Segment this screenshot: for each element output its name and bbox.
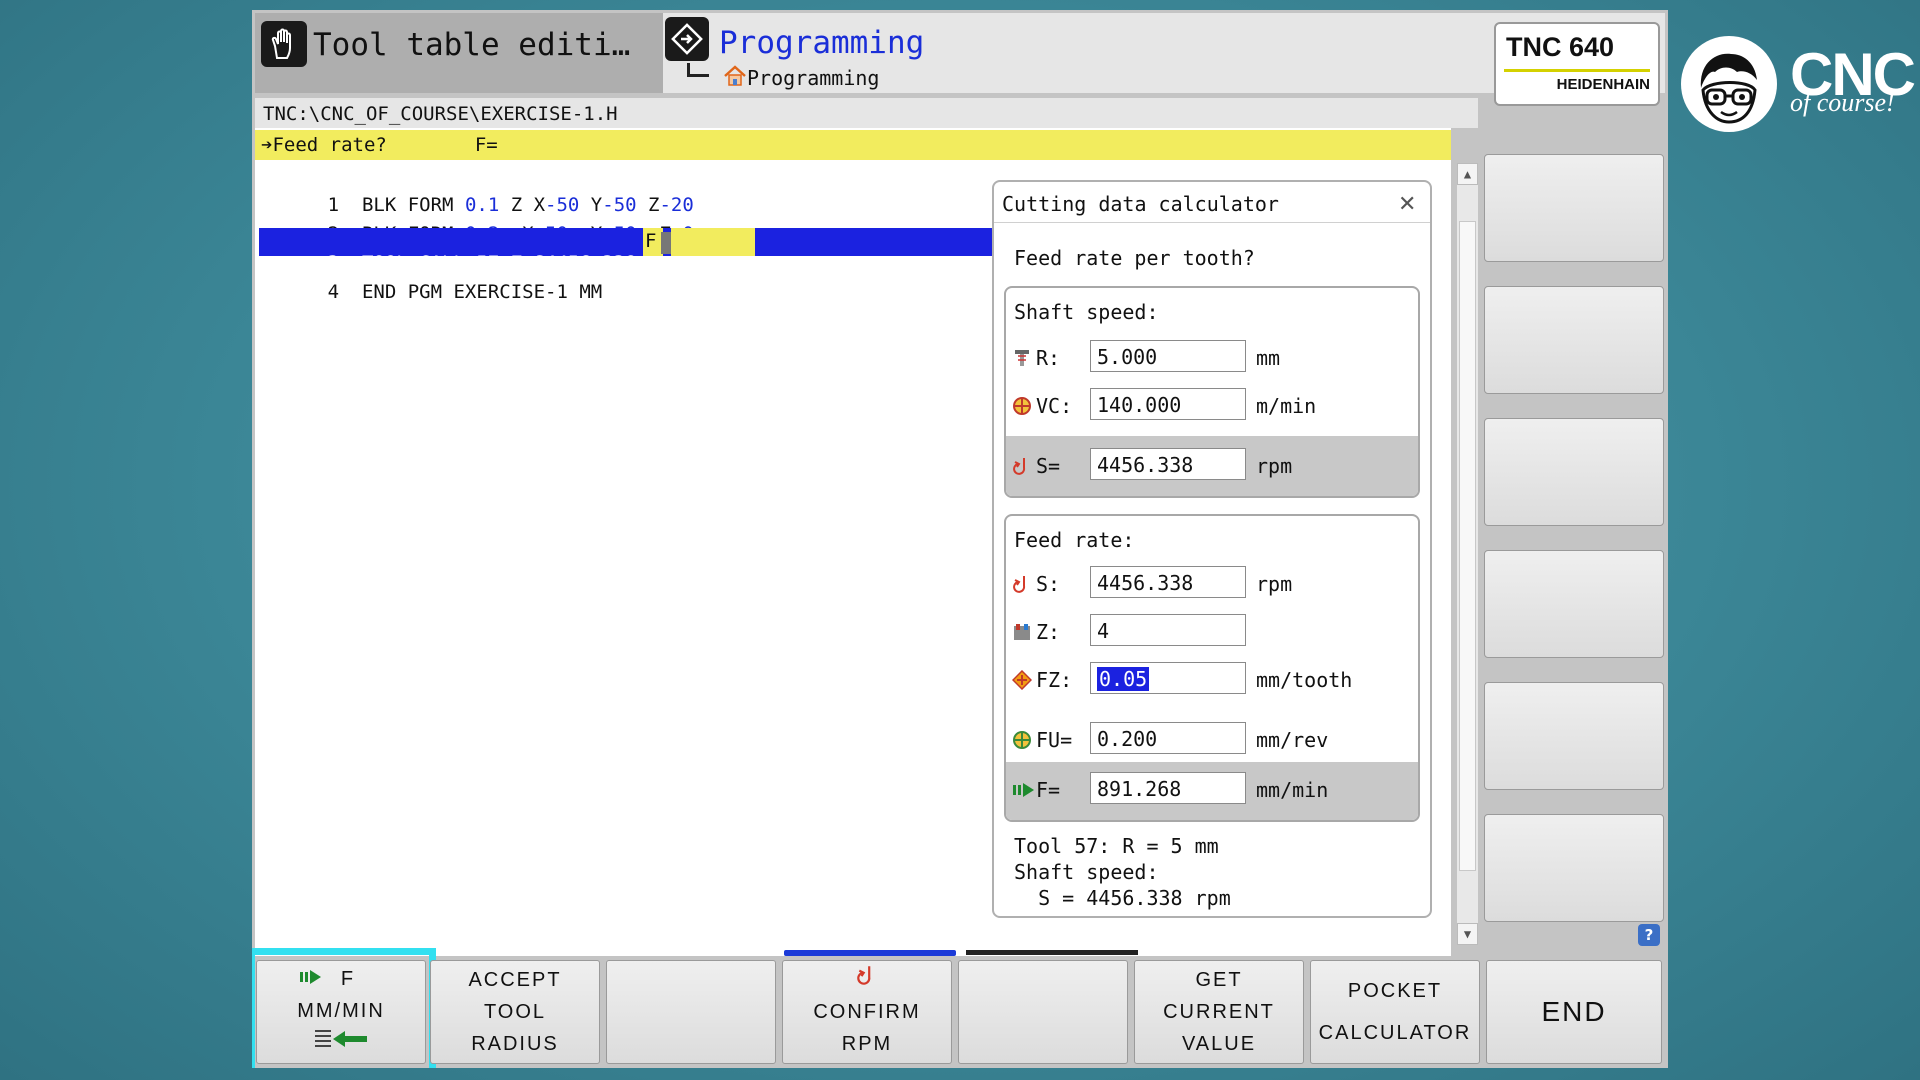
vc-unit: m/min (1256, 394, 1317, 418)
f-result-label: F= (1036, 778, 1061, 802)
brand-tagline: of course! (1790, 88, 1895, 117)
feed-per-rev-icon (1012, 730, 1032, 750)
scroll-down-button[interactable]: ▼ (1457, 923, 1478, 945)
vertical-softkey-6[interactable] (1484, 814, 1664, 922)
end-softkey[interactable]: END (1486, 960, 1662, 1064)
arrow-right-icon: ➔ (261, 134, 273, 156)
machine-mode-header[interactable]: Tool table editi… (255, 13, 663, 93)
vc-label: VC: (1036, 394, 1073, 418)
softkey-focus-highlight (252, 948, 436, 1068)
spindle-icon (1012, 574, 1032, 594)
vertical-softkey-2[interactable] (1484, 286, 1664, 394)
fz-unit: mm/tooth (1256, 668, 1353, 692)
r-unit: mm (1256, 346, 1281, 370)
shaft-speed-info-value: S = 4456.338 rpm (1014, 886, 1231, 910)
tool-radius-icon (1012, 348, 1032, 368)
spindle-icon (1012, 456, 1032, 476)
s-result-unit: rpm (1256, 454, 1293, 478)
spindle-icon (856, 964, 878, 996)
prompt-text: Feed rate? (272, 134, 387, 156)
f-result-value: 891.268 (1090, 772, 1246, 804)
programming-mode-icon (665, 17, 709, 61)
r-label: R: (1036, 346, 1061, 370)
cnc-of-course-mascot-icon (1681, 36, 1777, 132)
vertical-softkey-4[interactable] (1484, 550, 1664, 658)
text-cursor (661, 232, 671, 254)
fz-label: FZ: (1036, 668, 1073, 692)
logo-underline (1504, 69, 1650, 72)
s-result-value: 4456.338 (1090, 448, 1246, 480)
feed-rate-group: Feed rate: S: 4456.338 rpm Z: 4 FZ: 0.05… (1004, 514, 1420, 822)
dialog-prompt-bar: ➔Feed rate? F= (255, 130, 1451, 160)
control-model: TNC 640 (1506, 32, 1615, 62)
confirm-rpm-softkey[interactable]: CONFIRM RPM (782, 960, 952, 1064)
fz-selected-value: 0.05 (1097, 667, 1150, 691)
empty-softkey-5[interactable] (958, 960, 1128, 1064)
vertical-softkey-5[interactable] (1484, 682, 1664, 790)
file-path: TNC:\CNC_OF_COURSE\EXERCISE-1.H (255, 98, 1478, 128)
s-label: S: (1036, 572, 1061, 596)
feed-result: F= 891.268 mm/min (1006, 762, 1418, 820)
feed-arrow-icon (1012, 780, 1036, 800)
scroll-thumb[interactable] (1459, 221, 1476, 871)
tool-info: Tool 57: R = 5 mm (1014, 834, 1219, 858)
shaft-speed-info-label: Shaft speed: (1014, 860, 1159, 884)
s-unit: rpm (1256, 572, 1293, 596)
s-result-label: S= (1036, 454, 1061, 478)
help-icon[interactable]: ? (1638, 924, 1660, 946)
dialog-title: Cutting data calculator (1002, 192, 1279, 216)
softkey-row-indicator-active (784, 950, 956, 956)
fu-input[interactable]: 0.200 (1090, 722, 1246, 754)
vertical-softkey-3[interactable] (1484, 418, 1664, 526)
softkey-row-indicator (966, 950, 1138, 955)
feed-per-tooth-icon (1011, 669, 1033, 691)
r-input[interactable]: 5.000 (1090, 340, 1246, 372)
programming-mode-subtitle: Programming (747, 66, 880, 90)
prompt-field: F= (474, 134, 498, 156)
f-result-unit: mm/min (1256, 778, 1329, 802)
z-label: Z: (1036, 620, 1061, 644)
divider (994, 222, 1430, 223)
edit-cursor-field[interactable]: F (643, 228, 663, 256)
scroll-up-button[interactable]: ▲ (1457, 163, 1478, 185)
machine-mode-title: Tool table editi… (313, 27, 631, 63)
empty-softkey-3[interactable] (606, 960, 776, 1064)
pocket-calculator-softkey[interactable]: POCKET CALCULATOR (1310, 960, 1480, 1064)
fu-unit: mm/rev (1256, 728, 1329, 752)
fu-label: FU= (1036, 728, 1073, 752)
home-icon (723, 65, 747, 87)
tnc-640-logo: TNC 640 HEIDENHAIN (1494, 22, 1660, 106)
vc-input[interactable]: 140.000 (1090, 388, 1246, 420)
cutting-data-calculator-dialog: Cutting data calculator ✕ Feed rate per … (992, 180, 1432, 918)
teeth-icon (1012, 622, 1032, 642)
accept-tool-radius-softkey[interactable]: ACCEPT TOOL RADIUS (430, 960, 600, 1064)
shaft-speed-group: Shaft speed: R: 5.000 mm VC: 140.000 m/m… (1004, 286, 1420, 498)
z-input[interactable]: 4 (1090, 614, 1246, 646)
dialog-question: Feed rate per tooth? (1014, 246, 1255, 270)
vertical-softkey-1[interactable] (1484, 154, 1664, 262)
group-title: Shaft speed: (1014, 300, 1159, 324)
group-title: Feed rate: (1014, 528, 1135, 552)
cutting-speed-icon (1012, 396, 1032, 416)
hand-icon (261, 21, 307, 67)
spindle-speed-result: S= 4456.338 rpm (1006, 436, 1418, 496)
programming-mode-title: Programming (719, 25, 925, 61)
editor-scrollbar[interactable]: ▲ ▼ (1457, 163, 1478, 945)
fz-input[interactable]: 0.05 (1090, 662, 1246, 694)
input-highlight (671, 228, 755, 256)
tree-connector (687, 63, 709, 77)
heidenhain-brand: HEIDENHAIN (1556, 76, 1650, 93)
tnc-screen: Tool table editi… Programming Programmin… (252, 10, 1668, 1068)
s-input[interactable]: 4456.338 (1090, 566, 1246, 598)
close-icon[interactable]: ✕ (1398, 192, 1416, 217)
get-current-value-softkey[interactable]: GET CURRENT VALUE (1134, 960, 1304, 1064)
